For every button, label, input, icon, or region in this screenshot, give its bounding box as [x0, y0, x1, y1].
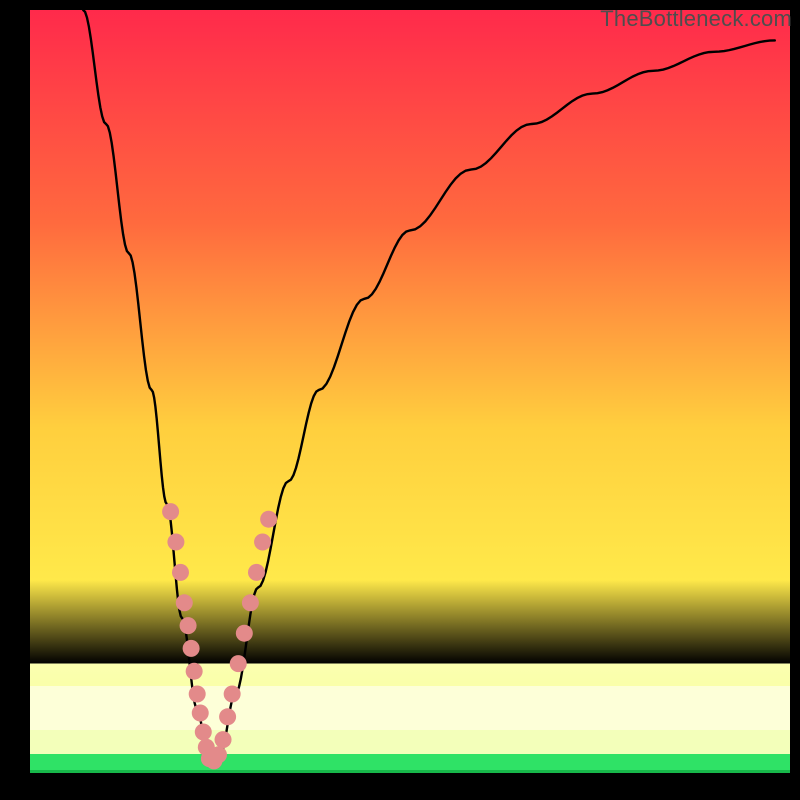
marker-dot	[162, 503, 179, 520]
marker-dot	[210, 746, 227, 763]
marker-dot	[242, 594, 259, 611]
gradient-background	[30, 10, 790, 770]
marker-dot	[254, 534, 271, 551]
marker-dot	[176, 594, 193, 611]
marker-dot	[236, 625, 253, 642]
marker-dot	[224, 686, 241, 703]
marker-dot	[248, 564, 265, 581]
watermark-text: TheBottleneck.com	[600, 6, 792, 32]
marker-dot	[186, 663, 203, 680]
yellow-strip	[30, 730, 790, 754]
marker-dot	[189, 686, 206, 703]
marker-dot	[215, 731, 232, 748]
marker-dot	[167, 534, 184, 551]
marker-dot	[183, 640, 200, 657]
pale-band	[30, 686, 790, 730]
marker-dot	[230, 655, 247, 672]
bottom-black	[30, 773, 790, 790]
chart-frame	[30, 10, 790, 790]
marker-dot	[180, 617, 197, 634]
marker-dot	[192, 705, 209, 722]
green-band	[30, 754, 790, 772]
marker-dot	[172, 564, 189, 581]
marker-dot	[260, 511, 277, 528]
bottleneck-chart	[30, 10, 790, 790]
marker-dot	[195, 724, 212, 741]
marker-dot	[219, 708, 236, 725]
green-edge	[30, 770, 790, 773]
